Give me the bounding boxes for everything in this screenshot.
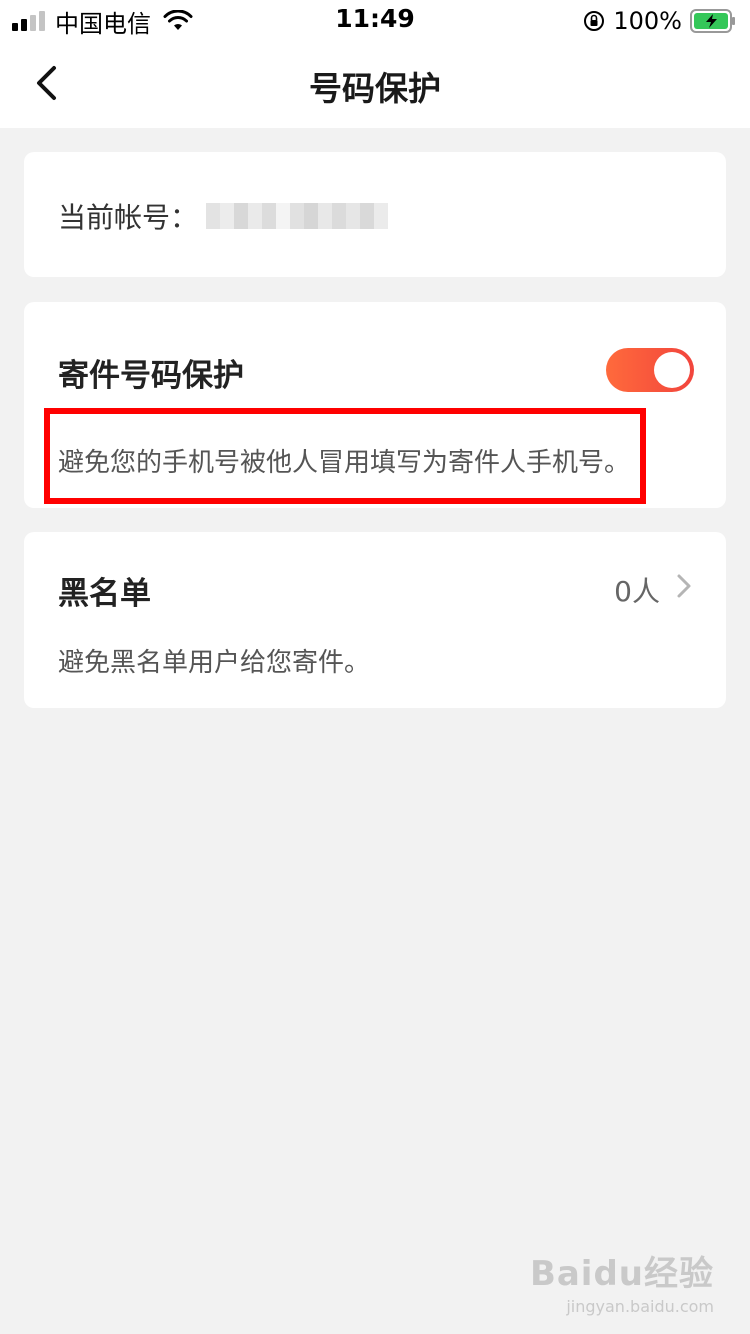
toggle-knob — [654, 352, 690, 388]
blacklist-description: 避免黑名单用户给您寄件。 — [58, 648, 371, 678]
nav-bar: 号码保护 — [0, 40, 750, 128]
chevron-right-icon — [677, 574, 691, 598]
status-bar: 中国电信 11:49 100% — [0, 0, 750, 40]
page-title: 号码保护 — [309, 69, 441, 108]
blacklist-count: 0人 — [614, 575, 660, 608]
blacklist-title: 黑名单 — [58, 576, 151, 612]
protection-title: 寄件号码保护 — [58, 358, 244, 394]
blurred-account-number — [206, 201, 389, 231]
account-row: 当前帐号： — [58, 196, 389, 236]
watermark-logo: Baidu经验 jingyan.baidu.com — [530, 1246, 714, 1316]
annotation-highlight-box — [44, 408, 646, 504]
account-label: 当前帐号： — [58, 201, 199, 234]
battery-charging-icon — [690, 9, 735, 33]
rotation-lock-icon — [584, 11, 605, 31]
blacklist-row[interactable]: 黑名单 0人 避免黑名单用户给您寄件。 — [24, 532, 726, 708]
battery-percent: 100% — [613, 7, 682, 35]
watermark-sub: jingyan.baidu.com — [566, 1297, 714, 1316]
watermark-main: Baidu经验 — [529, 1254, 714, 1294]
protection-toggle[interactable] — [606, 348, 694, 392]
account-card: 当前帐号： — [24, 152, 726, 277]
status-right: 100% — [583, 6, 736, 36]
